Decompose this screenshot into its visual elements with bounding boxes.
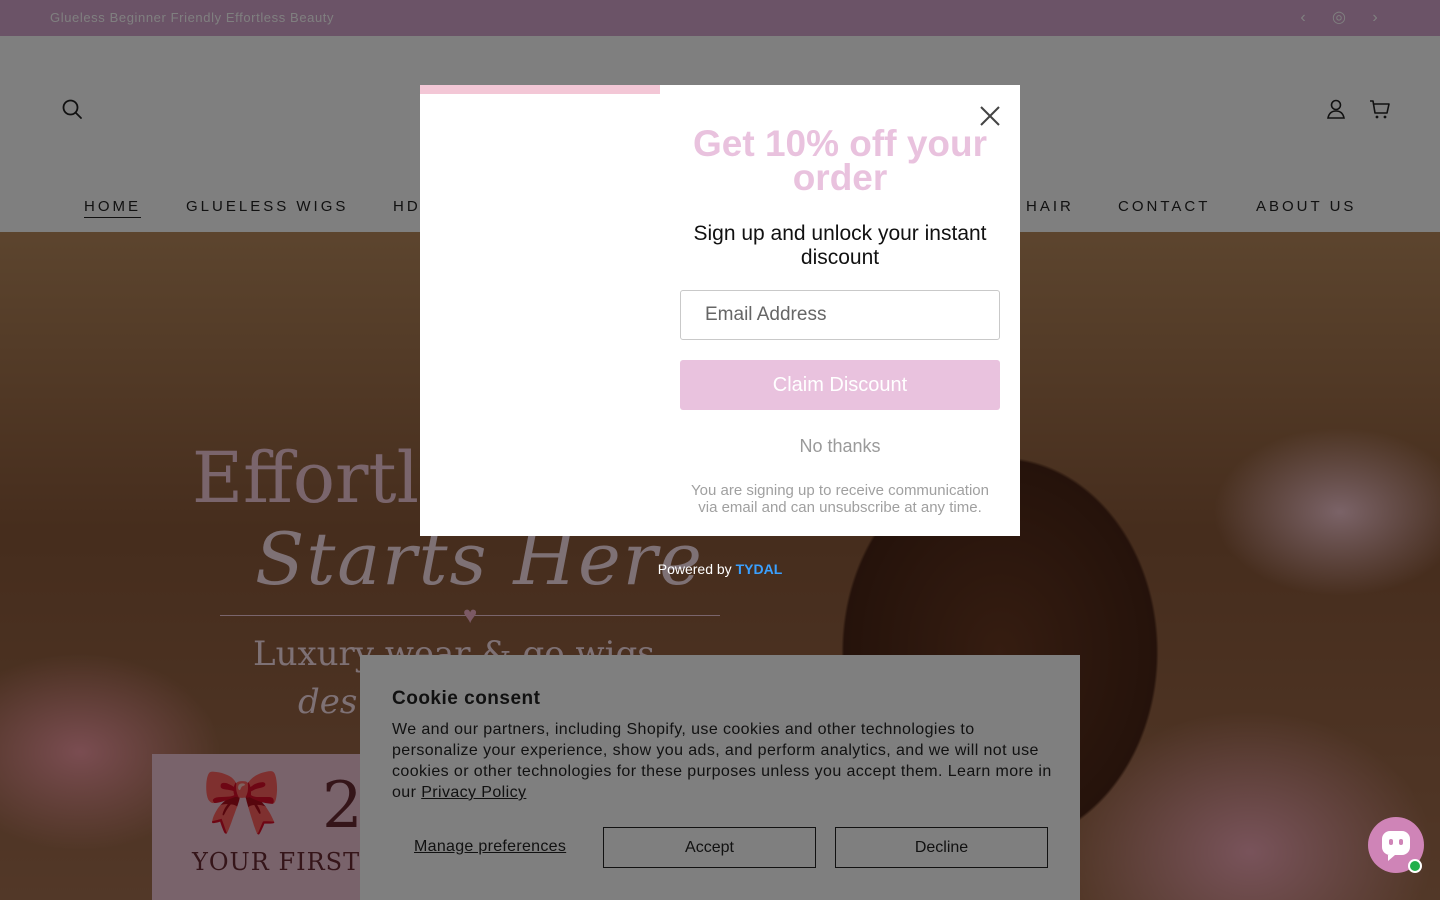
online-status-dot xyxy=(1408,859,1422,873)
popup-subtitle: Sign up and unlock your instant discount xyxy=(693,222,987,269)
popup-title: Get 10% off your order xyxy=(693,123,987,198)
decline-button[interactable]: Decline xyxy=(835,827,1048,868)
powered-by-brand[interactable]: TYDAL xyxy=(736,561,783,577)
popup-image-strip xyxy=(420,85,660,94)
cookie-banner: Cookie consent We and our partners, incl… xyxy=(360,655,1080,900)
privacy-policy-link[interactable]: Privacy Policy xyxy=(421,784,526,801)
email-field[interactable] xyxy=(680,290,1000,340)
cookie-body: We and our partners, including Shopify, … xyxy=(392,719,1052,803)
popup-legal-text: You are signing up to receive communicat… xyxy=(691,482,989,516)
cookie-title: Cookie consent xyxy=(392,688,541,709)
powered-by-prefix: Powered by xyxy=(657,561,732,577)
claim-discount-button[interactable]: Claim Discount xyxy=(680,360,1000,410)
popup-image xyxy=(420,85,660,536)
powered-by: Powered by TYDAL xyxy=(0,561,1440,577)
accept-button[interactable]: Accept xyxy=(603,827,816,868)
manage-preferences-link[interactable]: Manage preferences xyxy=(414,838,566,856)
no-thanks-link[interactable]: No thanks xyxy=(680,436,1000,457)
discount-popup: Get 10% off your order Sign up and unloc… xyxy=(420,85,1020,536)
